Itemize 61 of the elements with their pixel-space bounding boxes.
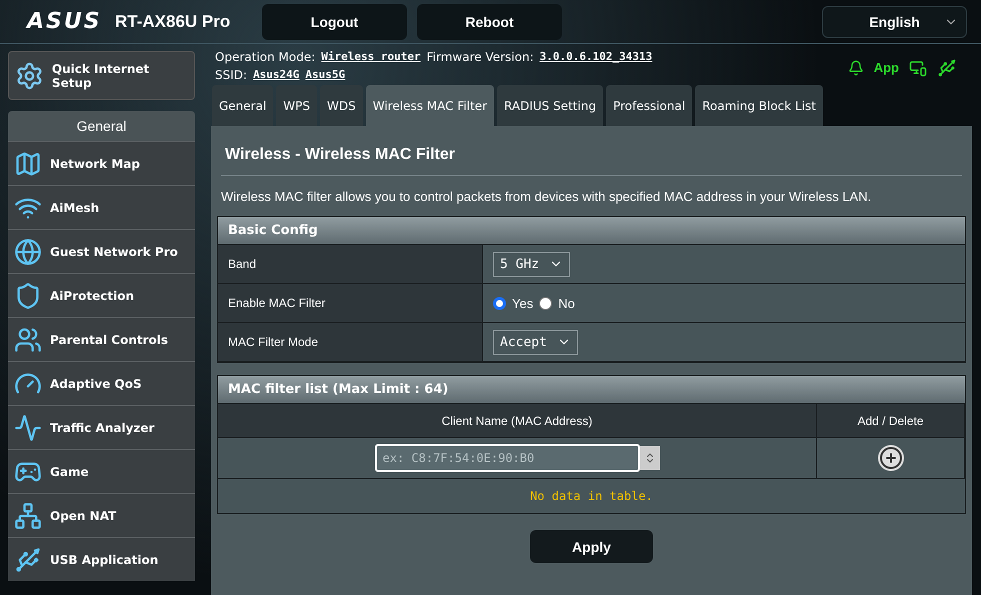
usb-icon: [14, 546, 42, 574]
setting-label: Enable MAC Filter: [218, 284, 483, 322]
sidebar-item[interactable]: Parental Controls: [8, 317, 195, 361]
quick-setup-button[interactable]: Quick Internet Setup: [8, 51, 195, 100]
sidebar-item[interactable]: Traffic Analyzer: [8, 405, 195, 449]
tab[interactable]: RADIUS Setting: [497, 85, 604, 126]
people-icon: [14, 326, 42, 354]
apply-button[interactable]: Apply: [530, 530, 653, 563]
tab[interactable]: Roaming Block List: [695, 85, 824, 126]
sidebar-item[interactable]: Guest Network Pro: [8, 229, 195, 273]
sidebar-item[interactable]: Game: [8, 449, 195, 493]
setting-label: Band: [218, 245, 483, 283]
tab[interactable]: WPS: [276, 85, 318, 126]
radio-button[interactable]: [493, 296, 506, 310]
brand-logo: ASUS: [27, 9, 103, 34]
sidebar-item[interactable]: AiProtection: [8, 273, 195, 317]
header-button[interactable]: Reboot: [417, 4, 562, 40]
column-header: Client Name (MAC Address): [218, 404, 817, 437]
setting-label: MAC Filter Mode: [218, 323, 483, 361]
monitor-icon[interactable]: [909, 58, 927, 76]
tab[interactable]: Wireless MAC Filter: [366, 85, 494, 126]
firmware-label: Firmware Version:: [426, 50, 534, 64]
section-header: MAC filter list (Max Limit : 64): [218, 376, 965, 404]
app-link[interactable]: App: [874, 60, 899, 75]
radio-label: No: [558, 296, 575, 310]
ssid-label: SSID:: [215, 68, 248, 82]
ssid-link[interactable]: Asus24G: [253, 68, 300, 82]
model-name: RT-AX86U Pro: [115, 12, 232, 32]
globe-icon: [14, 238, 42, 266]
sidebar-item[interactable]: USB Application: [8, 537, 195, 581]
pulse-icon: [14, 414, 42, 442]
radio-button[interactable]: [539, 296, 552, 310]
spinner-icon[interactable]: [640, 446, 660, 470]
header-button[interactable]: Logout: [262, 4, 407, 40]
gear-icon: [15, 60, 44, 90]
radio-label: Yes: [512, 296, 534, 310]
sidebar-item[interactable]: AiMesh: [8, 185, 195, 229]
ssid-link[interactable]: Asus5G: [305, 68, 346, 82]
page-title: Wireless - Wireless MAC Filter: [221, 146, 962, 176]
bell-icon[interactable]: [848, 60, 864, 76]
operation-mode-link[interactable]: Wireless router: [321, 50, 421, 64]
sidebar-item[interactable]: Open NAT: [8, 493, 195, 537]
section-header: Basic Config: [218, 217, 965, 245]
firmware-link[interactable]: 3.0.0.6.102_34313: [540, 50, 652, 64]
tab[interactable]: Professional: [606, 85, 692, 126]
language-select[interactable]: English: [822, 6, 967, 38]
usb-icon[interactable]: [937, 58, 957, 78]
column-header: Add / Delete: [817, 404, 965, 437]
sidebar-item[interactable]: Adaptive QoS: [8, 361, 195, 405]
network-icon: [14, 502, 42, 530]
add-button[interactable]: [878, 445, 904, 471]
mac-input-field[interactable]: ex: C8:7F:54:0E:90:B0: [374, 444, 640, 472]
operation-mode-label: Operation Mode:: [215, 50, 316, 64]
sidebar-item[interactable]: Network Map: [8, 141, 195, 185]
sidebar-section-header: General: [8, 111, 195, 141]
empty-message: No data in table.: [218, 479, 965, 513]
dropdown[interactable]: 5 GHz: [493, 252, 570, 276]
dropdown[interactable]: Accept: [493, 330, 578, 354]
page-description: Wireless MAC filter allows you to control packets from devices with specified MAC address in your Wireless LAN.: [220, 188, 872, 206]
tab[interactable]: General: [212, 85, 274, 126]
tab[interactable]: WDS: [320, 85, 363, 126]
